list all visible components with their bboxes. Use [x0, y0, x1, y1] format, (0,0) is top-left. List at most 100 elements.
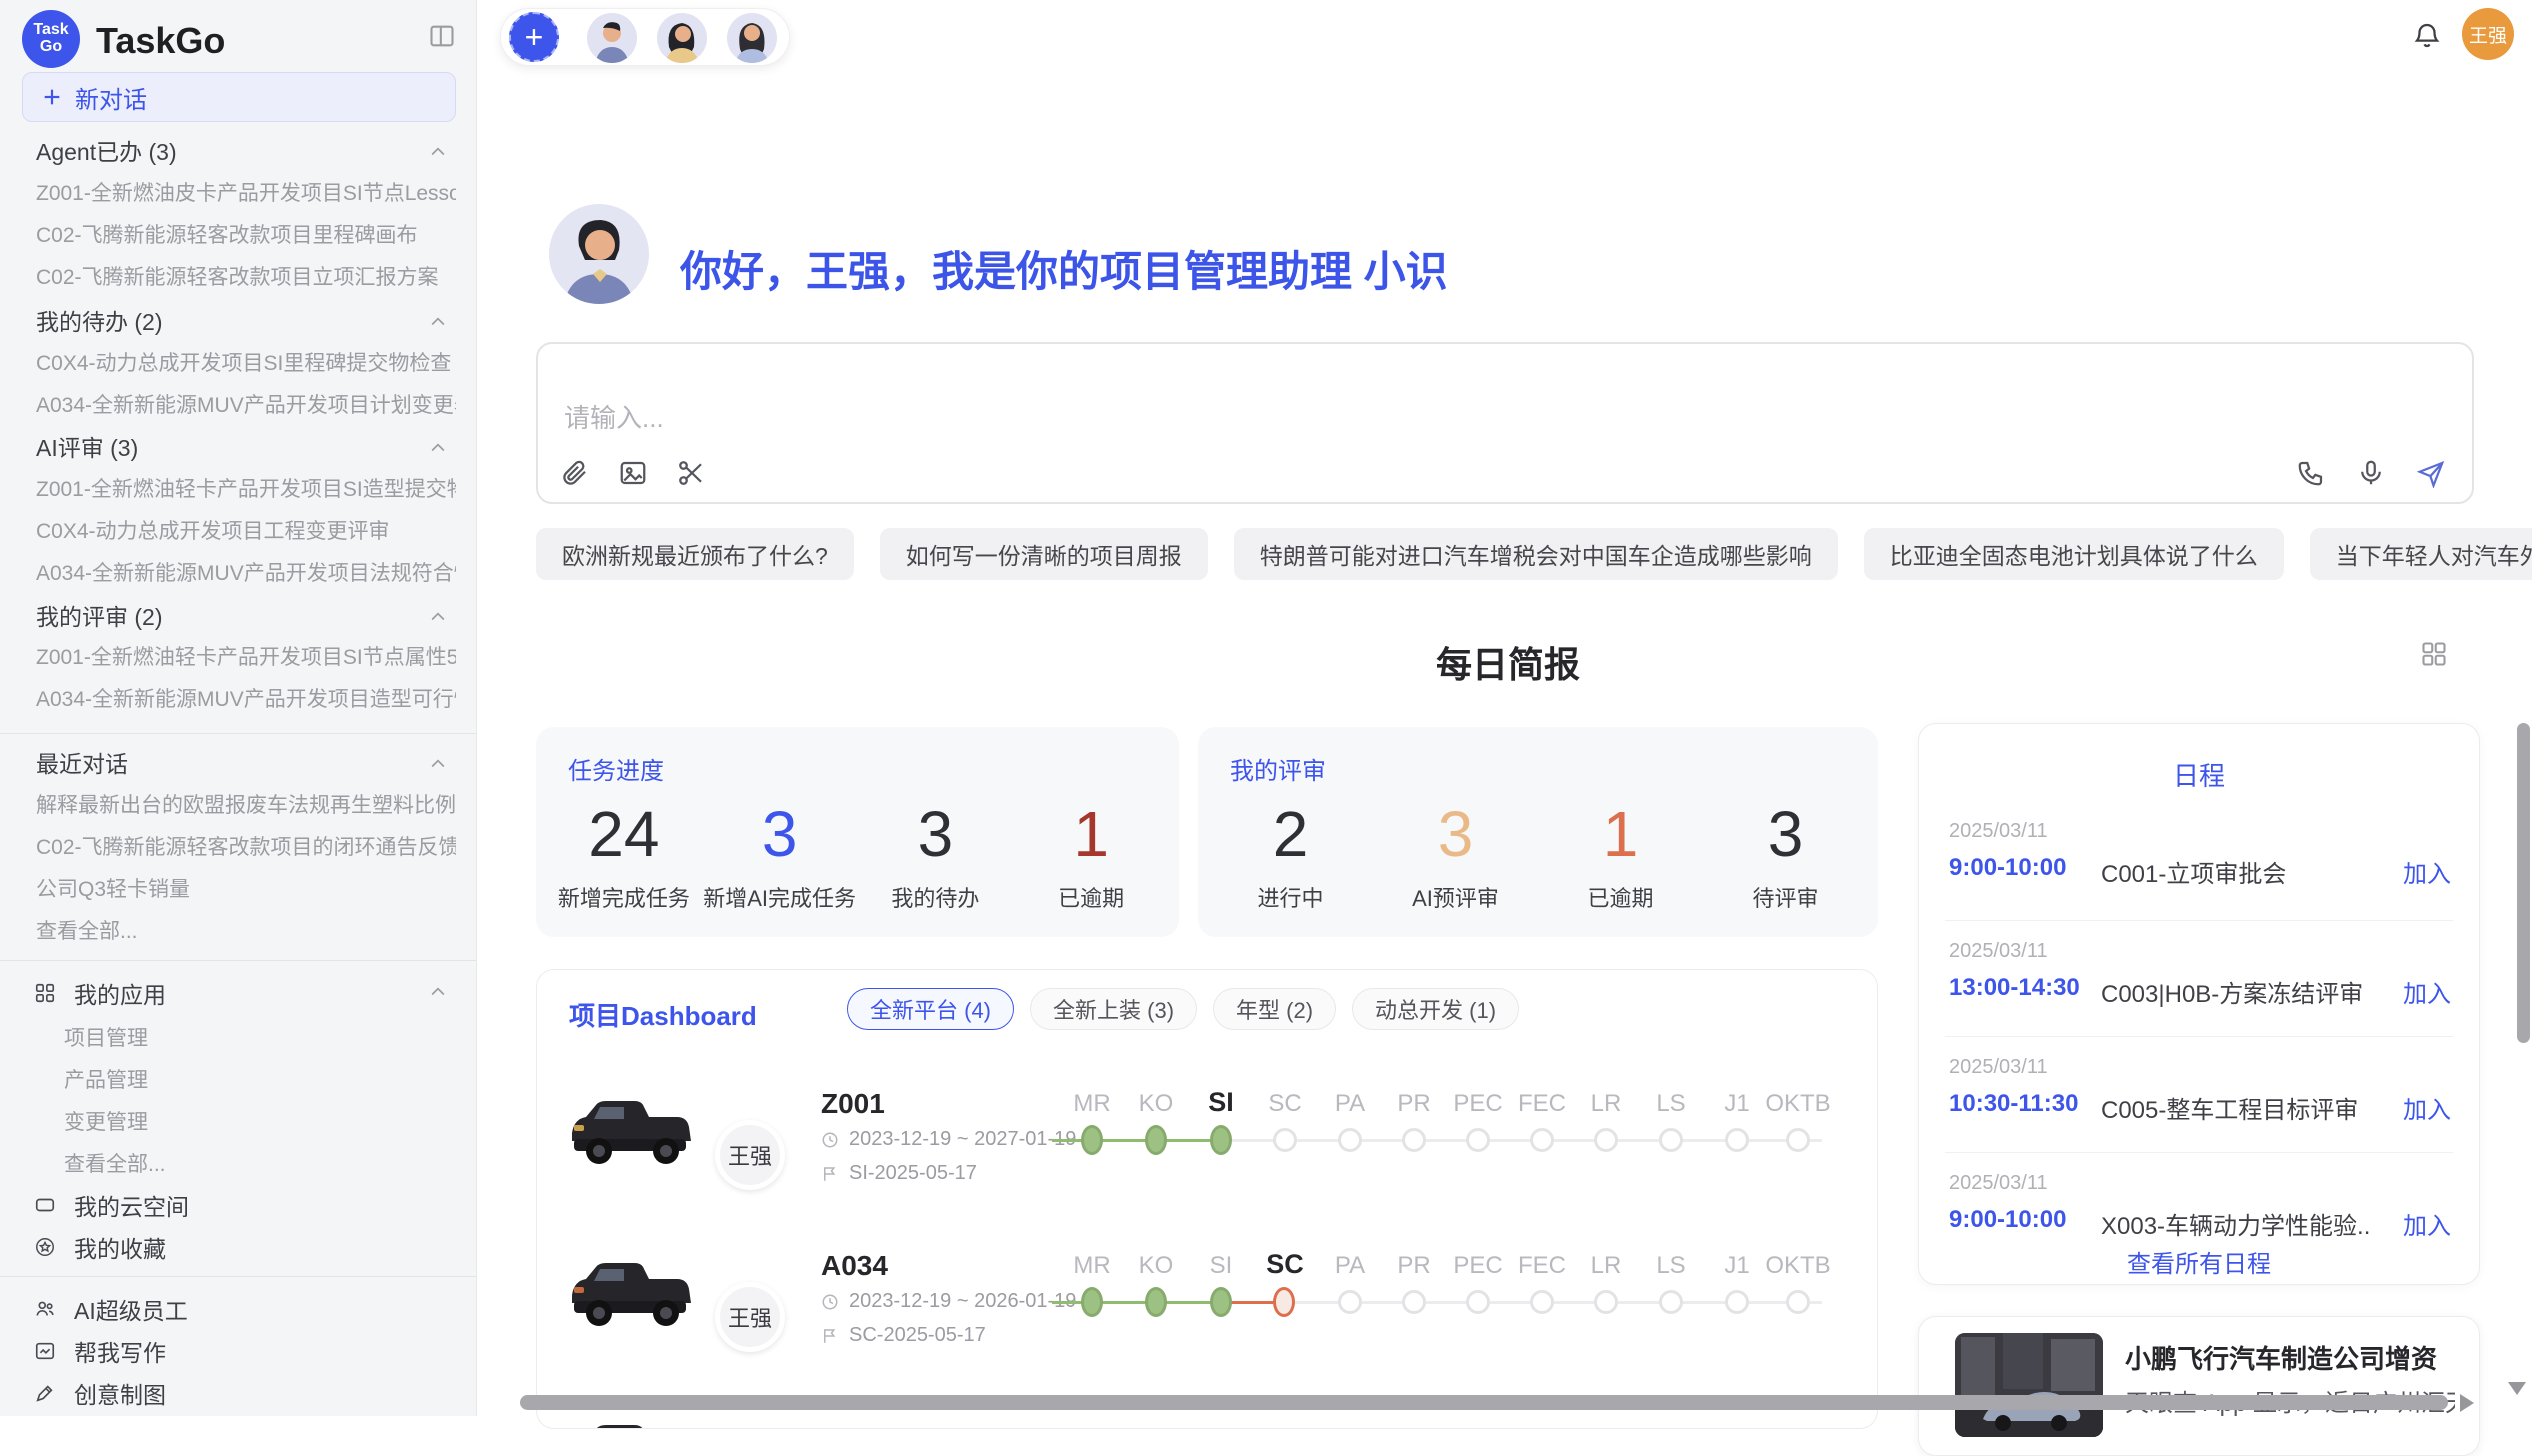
sidebar-item[interactable]: C0X4-动力总成开发项目工程变更评审	[36, 516, 456, 548]
suggestion-chip[interactable]: 比亚迪全固态电池计划具体说了什么	[1864, 528, 2284, 580]
section-my-todo[interactable]: 我的待办 (2)	[36, 306, 456, 338]
sidebar-item[interactable]: 公司Q3轻卡销量	[36, 874, 456, 906]
project-name-a034[interactable]: A034	[821, 1250, 888, 1282]
chat-input-box[interactable]: 请输入...	[536, 342, 2474, 504]
stat-review-overdue: 1已逾期	[1538, 791, 1703, 923]
sidebar-collapse-icon[interactable]	[428, 22, 456, 55]
logo-text-top: Task	[33, 22, 68, 39]
new-chat-button[interactable]: 新对话	[22, 72, 456, 122]
sidebar-item-my-apps[interactable]: 我的应用	[34, 976, 456, 1010]
sidebar-item[interactable]: Z001-全新燃油轻卡产品开发项目SI节点属性5D文件评审	[36, 642, 456, 674]
help-write-label: 帮我写作	[74, 1334, 166, 1368]
sidebar-item[interactable]: C02-飞腾新能源轻客改款项目里程碑画布	[36, 220, 456, 252]
schedule-title: 日程	[1919, 756, 2479, 793]
section-recent-chats[interactable]: 最近对话	[36, 748, 456, 780]
apps-grid-icon	[34, 982, 56, 1004]
milestone-dot-overdue	[1273, 1287, 1295, 1317]
image-icon[interactable]	[618, 458, 648, 488]
attach-icon[interactable]	[560, 458, 590, 488]
milestone-dot	[1402, 1290, 1426, 1314]
chevron-up-icon[interactable]	[428, 142, 448, 162]
sidebar-item-product-mgmt[interactable]: 产品管理	[64, 1065, 456, 1097]
section-ai-review[interactable]: AI评审 (3)	[36, 432, 456, 464]
stat-new-done: 24新增完成任务	[546, 791, 702, 923]
view-all-schedule-link[interactable]: 查看所有日程	[1919, 1244, 2479, 1279]
stat-pending-review: 3待评审	[1703, 791, 1868, 923]
task-progress-card: 任务进度 24新增完成任务 3新增AI完成任务 3我的待办 1已逾期	[536, 727, 1179, 937]
chevron-up-icon[interactable]	[428, 312, 448, 332]
app-title: TaskGo	[96, 20, 225, 62]
scroll-right-arrow[interactable]	[2460, 1394, 2474, 1412]
sidebar-item-ai-staff[interactable]: AI超级员工	[34, 1292, 456, 1326]
chevron-up-icon[interactable]	[428, 438, 448, 458]
tab-powertrain[interactable]: 动总开发 (1)	[1352, 988, 1519, 1030]
join-link[interactable]: 加入	[2403, 1206, 2451, 1241]
vertical-scrollbar[interactable]	[2517, 723, 2530, 1043]
section-agent-done[interactable]: Agent已办 (3)	[36, 136, 456, 168]
sidebar-item[interactable]: Z001-全新燃油皮卡产品开发项目SI节点Lesson Learn报告	[36, 178, 456, 210]
news-card[interactable]: 小鹏飞行汽车制造公司增资 天眼查 App 显示，近日广州汇天飞行汽...	[1918, 1316, 2480, 1456]
milestone-dot	[1530, 1290, 1554, 1314]
user-avatar[interactable]: 王强	[2462, 8, 2514, 60]
project-owner-badge: 王强	[715, 1120, 785, 1190]
sidebar-item-cloud-space[interactable]: 我的云空间	[34, 1188, 456, 1222]
project-name-z001[interactable]: Z001	[821, 1088, 885, 1120]
chevron-up-icon[interactable]	[428, 982, 448, 1002]
mic-icon[interactable]	[2356, 458, 2386, 488]
suggestion-chip[interactable]: 当下年轻人对汽车外观有怎样的喜好趋势	[2310, 528, 2532, 580]
chevron-up-icon[interactable]	[428, 607, 448, 627]
join-link[interactable]: 加入	[2403, 854, 2451, 889]
sidebar-item-help-write[interactable]: 帮我写作	[34, 1334, 456, 1368]
agent-avatar-3[interactable]	[727, 13, 777, 63]
scroll-down-arrow[interactable]	[2508, 1382, 2526, 1395]
horizontal-scrollbar[interactable]	[520, 1395, 2448, 1410]
sidebar-item[interactable]: C0X4-动力总成开发项目SI里程碑提交物检查	[36, 348, 456, 380]
tab-new-body[interactable]: 全新上装 (3)	[1030, 988, 1197, 1030]
sidebar-item[interactable]: A034-全新新能源MUV产品开发项目计划变更表编写	[36, 390, 456, 422]
tab-new-platform[interactable]: 全新平台 (4)	[847, 988, 1014, 1030]
join-link[interactable]: 加入	[2403, 1090, 2451, 1125]
milestone-dot	[1786, 1128, 1810, 1152]
flag-icon	[821, 1165, 839, 1183]
sidebar-item[interactable]: C02-飞腾新能源轻客改款项目的闭环通告反馈情况	[36, 832, 456, 864]
sidebar-item-favorites[interactable]: 我的收藏	[34, 1230, 456, 1264]
sidebar-item[interactable]: 解释最新出台的欧盟报废车法规再生塑料比例被调至15%...	[36, 790, 456, 822]
send-icon[interactable]	[2416, 458, 2446, 488]
layout-grid-icon[interactable]	[2420, 640, 2448, 673]
add-agent-button[interactable]: +	[509, 12, 559, 62]
sidebar-item[interactable]: A034-全新新能源MUV产品开发项目法规符合性评审	[36, 558, 456, 590]
milestone-dot	[1530, 1128, 1554, 1152]
milestone-dot-done	[1210, 1287, 1232, 1317]
suggestion-chip[interactable]: 如何写一份清晰的项目周报	[880, 528, 1208, 580]
phone-icon[interactable]	[2296, 458, 2326, 488]
sidebar-item[interactable]: A034-全新新能源MUV产品开发项目造型可行性评审	[36, 684, 456, 716]
agent-avatar-1[interactable]	[587, 13, 637, 63]
milestone-dot	[1466, 1290, 1490, 1314]
favorites-star-icon	[34, 1236, 56, 1258]
write-icon	[34, 1340, 56, 1362]
tab-year-model[interactable]: 年型 (2)	[1213, 988, 1336, 1030]
sidebar-item-creative-draw[interactable]: 创意制图	[34, 1376, 456, 1410]
schedule-date: 2025/03/11	[1949, 1056, 2048, 1079]
agent-avatar-2[interactable]	[657, 13, 707, 63]
cloud-space-label: 我的云空间	[74, 1188, 189, 1222]
scissors-icon[interactable]	[676, 458, 706, 488]
sidebar-item[interactable]: C02-飞腾新能源轻客改款项目立项汇报方案	[36, 262, 456, 294]
join-link[interactable]: 加入	[2403, 974, 2451, 1009]
suggestion-chip[interactable]: 欧洲新规最近颁布了什么?	[536, 528, 854, 580]
recent-view-all[interactable]: 查看全部...	[36, 916, 456, 948]
apps-view-all[interactable]: 查看全部...	[64, 1149, 456, 1181]
schedule-time: 10:30-11:30	[1949, 1090, 2078, 1118]
suggestion-chip[interactable]: 特朗普可能对进口汽车增税会对中国车企造成哪些影响	[1234, 528, 1838, 580]
notification-bell-icon[interactable]	[2412, 20, 2442, 55]
milestone-dot	[1594, 1290, 1618, 1314]
schedule-name: C003|H0B-方案冻结评审	[2101, 974, 2371, 1009]
schedule-time: 9:00-10:00	[1949, 854, 2066, 882]
schedule-name: C005-整车工程目标评审	[2101, 1090, 2371, 1125]
sidebar-item-project-mgmt[interactable]: 项目管理	[64, 1023, 456, 1055]
sidebar-item-change-mgmt[interactable]: 变更管理	[64, 1107, 456, 1139]
chevron-up-icon[interactable]	[428, 754, 448, 774]
sidebar-item[interactable]: Z001-全新燃油轻卡产品开发项目SI造型提交物评审	[36, 474, 456, 506]
section-my-review[interactable]: 我的评审 (2)	[36, 601, 456, 633]
project-dates: 2023-12-19 ~ 2026-01-19	[821, 1290, 1076, 1313]
